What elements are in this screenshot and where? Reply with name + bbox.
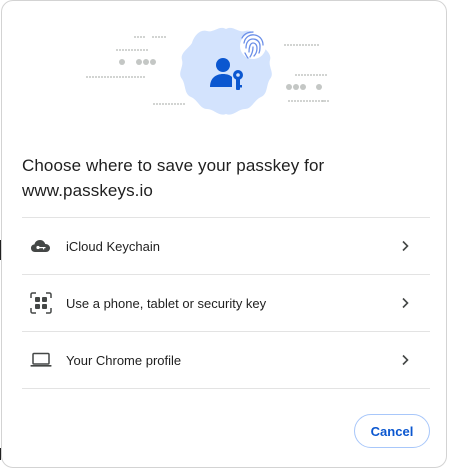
dialog-title: Choose where to save your passkey for ww… [22,156,325,200]
qr-code-icon [30,292,52,314]
fingerprint-icon [240,31,266,59]
save-location-list: iCloud Keychain Use a phone, tablet or s [22,217,430,389]
chevron-right-icon [402,297,409,309]
passkey-save-dialog: Choose where to save your passkey for ww… [1,0,447,468]
decorative-dots [86,36,185,105]
laptop-icon [30,349,52,371]
cloud-key-icon [30,235,52,257]
passkey-hero-illustration [86,27,329,115]
option-label: Use a phone, tablet or security key [66,295,267,311]
chevron-right-icon [402,240,409,252]
option-icloud-keychain[interactable]: iCloud Keychain [22,217,430,274]
option-chrome-profile[interactable]: Your Chrome profile [22,331,430,389]
chevron-right-icon [402,354,409,366]
option-phone-tablet-security-key[interactable]: Use a phone, tablet or security key [22,274,430,331]
option-label: Your Chrome profile [66,352,182,368]
cancel-button[interactable]: Cancel [354,414,430,448]
option-label: iCloud Keychain [66,238,160,254]
